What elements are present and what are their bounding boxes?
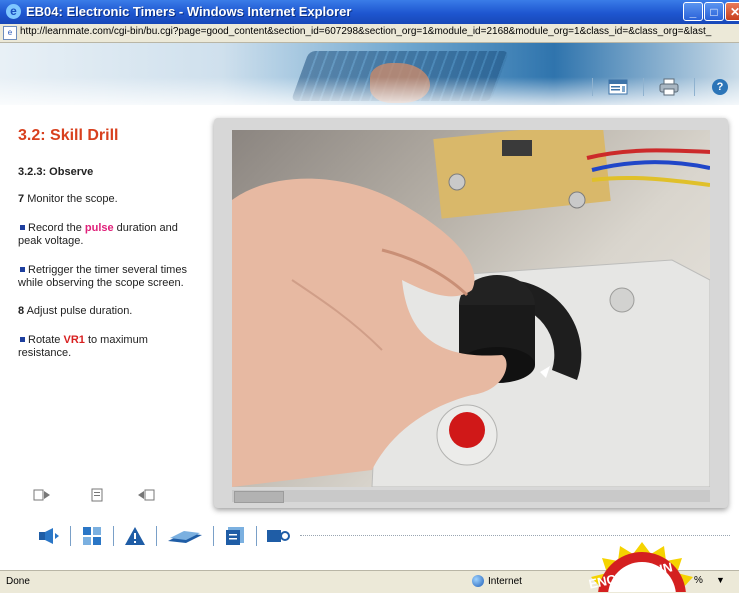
highlight-term[interactable]: VR1 xyxy=(63,334,84,346)
step-number: 7 xyxy=(18,193,25,205)
minimize-button[interactable]: _ xyxy=(683,2,703,21)
toolbar-divider-line xyxy=(300,535,730,536)
step-number: 8 xyxy=(18,305,25,317)
bullet-text: Retrigger the timer several times while … xyxy=(18,264,187,289)
page-icon[interactable] xyxy=(88,488,106,504)
science-technology-badge: ENCE·TECHN xyxy=(550,542,735,592)
bullet-record: Record the pulse duration and peak volta… xyxy=(18,222,200,248)
print-icon[interactable] xyxy=(658,77,680,97)
url-field[interactable]: http://learnmate.com/cgi-bin/bu.cgi?page… xyxy=(20,26,711,37)
page-nav xyxy=(33,488,173,506)
maximize-button[interactable]: □ xyxy=(704,2,724,21)
highlight-term[interactable]: pulse xyxy=(85,222,114,234)
close-icon: ✕ xyxy=(729,5,739,19)
globe-icon xyxy=(472,575,484,587)
window-title: EB04: Electronic Timers - Windows Intern… xyxy=(26,4,352,19)
section-subtitle: 3.2.3: Observe xyxy=(18,166,94,178)
divider xyxy=(113,526,114,546)
divider xyxy=(156,526,157,546)
step-text: Monitor the scope. xyxy=(27,193,118,205)
divider xyxy=(694,78,695,96)
zone-label: Internet xyxy=(488,575,522,587)
ie-logo-icon: e xyxy=(6,4,21,19)
bullet-rotate: Rotate VR1 to maximum resistance. xyxy=(18,334,200,360)
back-icon[interactable] xyxy=(33,488,51,504)
address-bar[interactable]: e http://learnmate.com/cgi-bin/bu.cgi?pa… xyxy=(0,24,739,43)
title-bar: e EB04: Electronic Timers - Windows Inte… xyxy=(0,0,739,24)
bullet-icon xyxy=(20,267,25,273)
maximize-icon: □ xyxy=(710,5,718,19)
media-controls[interactable] xyxy=(234,491,284,503)
bullet-icon xyxy=(20,225,25,231)
divider xyxy=(256,526,257,546)
bullet-retrigger: Retrigger the timer several times while … xyxy=(18,264,200,290)
forward-icon[interactable] xyxy=(137,488,155,504)
step-7: 7 Monitor the scope. xyxy=(18,193,200,206)
security-zone: Internet xyxy=(472,575,522,587)
divider xyxy=(592,78,593,96)
page-icon: e xyxy=(3,26,17,40)
page-title: 3.2: Skill Drill xyxy=(18,127,119,144)
step-text: Adjust pulse duration. xyxy=(26,305,133,317)
lesson-photo xyxy=(232,130,710,487)
header-banner: ? xyxy=(0,43,739,105)
warning-icon[interactable] xyxy=(122,524,148,548)
notes-icon[interactable] xyxy=(607,77,629,97)
puzzle-icon[interactable] xyxy=(79,524,105,548)
divider xyxy=(213,526,214,546)
minimize-icon: _ xyxy=(689,5,697,19)
bullet-text-pre: Record the xyxy=(28,222,82,234)
bullet-text-pre: Rotate xyxy=(28,334,61,346)
close-button[interactable]: ✕ xyxy=(725,2,739,21)
media-control-bar xyxy=(232,490,710,503)
help-icon[interactable]: ? xyxy=(709,77,731,97)
divider xyxy=(70,526,71,546)
divider xyxy=(643,78,644,96)
glossary-icon[interactable] xyxy=(222,524,248,548)
audio-icon[interactable] xyxy=(36,524,62,548)
book-icon[interactable] xyxy=(165,524,205,548)
lesson-toolbar xyxy=(36,522,291,550)
banner-toolbar: ? xyxy=(592,75,731,99)
bullet-icon xyxy=(20,337,25,343)
status-text: Done xyxy=(6,576,30,587)
video-icon[interactable] xyxy=(265,524,291,548)
step-8: 8 Adjust pulse duration. xyxy=(18,305,200,318)
